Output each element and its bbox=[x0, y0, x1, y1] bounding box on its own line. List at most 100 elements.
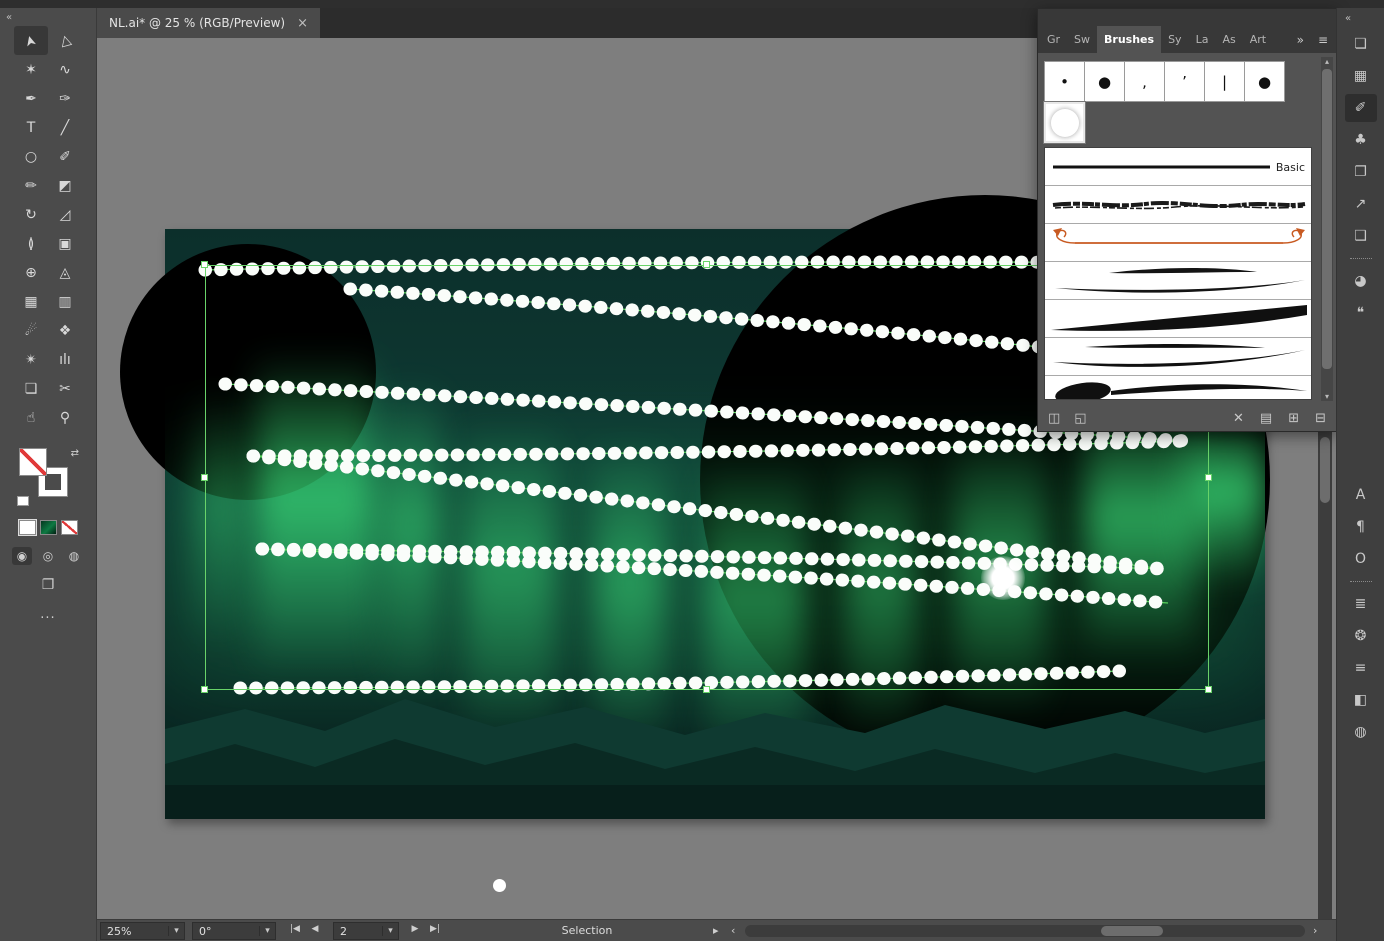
tab-layers[interactable]: La bbox=[1189, 26, 1216, 53]
brush-taper-small[interactable]: , bbox=[1124, 61, 1165, 102]
column-graph-tool[interactable]: ılı bbox=[48, 345, 82, 374]
zoom-tool[interactable]: ⚲ bbox=[48, 403, 82, 432]
remove-brush-stroke-icon[interactable]: ✕ bbox=[1233, 411, 1244, 426]
gradient-tool[interactable]: ▥ bbox=[48, 287, 82, 316]
panel-menu-icon[interactable]: ≡ bbox=[1318, 33, 1328, 47]
draw-normal-button[interactable]: ◉ bbox=[12, 547, 32, 565]
brush-item-charcoal[interactable] bbox=[1045, 186, 1311, 224]
vertical-scrollbar-thumb[interactable] bbox=[1320, 437, 1330, 503]
scale-tool[interactable]: ◿ bbox=[48, 200, 82, 229]
new-brush-icon[interactable]: ⊞ bbox=[1288, 411, 1299, 426]
hscroll-left-arrow-icon[interactable]: ‹ bbox=[731, 924, 735, 937]
tab-swatches[interactable]: Sw bbox=[1067, 26, 1097, 53]
none-button[interactable] bbox=[60, 520, 78, 535]
screen-mode-icon[interactable]: ❐ bbox=[0, 577, 96, 593]
draw-behind-button[interactable]: ◎ bbox=[38, 547, 58, 565]
close-tab-icon[interactable]: × bbox=[297, 16, 308, 31]
brush-taper[interactable]: ’ bbox=[1164, 61, 1205, 102]
perspective-grid-tool[interactable]: ◬ bbox=[48, 258, 82, 287]
panel-overflow-icon[interactable]: » bbox=[1297, 33, 1304, 47]
magic-wand-tool[interactable]: ✶ bbox=[14, 55, 48, 84]
brush-item-thin-taper[interactable] bbox=[1045, 262, 1311, 300]
blend-tool[interactable]: ❖ bbox=[48, 316, 82, 345]
stroke-panel-icon[interactable]: ≡ bbox=[1345, 654, 1377, 682]
delete-brush-icon[interactable]: ⊟ bbox=[1315, 411, 1326, 426]
free-transform-tool[interactable]: ▣ bbox=[48, 229, 82, 258]
horizontal-scrollbar[interactable] bbox=[745, 925, 1305, 937]
curvature-tool[interactable]: ✑ bbox=[48, 84, 82, 113]
zoom-combo[interactable]: 25% ▾ bbox=[100, 922, 185, 940]
panel-scrollbar-thumb[interactable] bbox=[1322, 69, 1332, 369]
bbox-handle-top-mid[interactable] bbox=[703, 261, 710, 268]
brush-options-icon[interactable]: ▤ bbox=[1260, 411, 1272, 426]
color-panel-icon[interactable]: ◕ bbox=[1345, 267, 1377, 295]
artboard-tool[interactable]: ❏ bbox=[14, 374, 48, 403]
brush-libraries-icon[interactable]: ◫ bbox=[1048, 411, 1060, 426]
tab-brushes[interactable]: Brushes bbox=[1097, 26, 1162, 53]
brush-calligraphic-large[interactable]: ● bbox=[1084, 61, 1125, 102]
slice-tool[interactable]: ✂ bbox=[48, 374, 82, 403]
pencil-tool[interactable]: ✏ bbox=[14, 171, 48, 200]
next-artboard-button[interactable]: ▶ bbox=[405, 920, 425, 938]
pasteboard-white-dot[interactable] bbox=[493, 879, 506, 892]
paragraph-panel-icon[interactable]: ¶ bbox=[1345, 513, 1377, 541]
mesh-tool[interactable]: ▦ bbox=[14, 287, 48, 316]
brush-item-ink-blob[interactable] bbox=[1045, 376, 1311, 399]
bbox-handle-bottom-right[interactable] bbox=[1205, 686, 1212, 693]
gradient-button[interactable] bbox=[39, 520, 57, 535]
horizontal-scrollbar-thumb[interactable] bbox=[1101, 926, 1163, 936]
first-artboard-button[interactable]: |◀ bbox=[285, 920, 305, 938]
brush-item-wide-taper[interactable] bbox=[1045, 338, 1311, 376]
bbox-handle-mid-left[interactable] bbox=[201, 474, 208, 481]
prev-artboard-button[interactable]: ◀ bbox=[305, 920, 325, 938]
fill-swatch[interactable] bbox=[19, 448, 47, 476]
character-panel-icon[interactable]: A bbox=[1345, 481, 1377, 509]
appearance-orb-icon[interactable]: ❂ bbox=[1345, 622, 1377, 650]
status-menu-icon[interactable]: ▸ bbox=[713, 924, 719, 937]
libraries-panel-icon[interactable]: ◱ bbox=[1074, 411, 1086, 426]
panel-scrollbar[interactable]: ▴ ▾ bbox=[1321, 57, 1333, 401]
ellipse-tool[interactable]: ○ bbox=[14, 142, 48, 171]
tab-gradient[interactable]: Gr bbox=[1040, 26, 1067, 53]
rotation-combo[interactable]: 0° ▾ bbox=[192, 922, 276, 940]
gradient-panel-icon[interactable]: ◧ bbox=[1345, 686, 1377, 714]
color-button[interactable] bbox=[17, 519, 37, 536]
dock-collapse-icon[interactable]: « bbox=[1345, 13, 1351, 24]
asset-export-panel-icon[interactable]: ▦ bbox=[1345, 62, 1377, 90]
edit-toolbar-ellipsis[interactable]: ··· bbox=[0, 611, 96, 626]
swap-fill-stroke-icon[interactable]: ⇄ bbox=[71, 448, 79, 459]
properties-sliders-icon[interactable]: ≣ bbox=[1345, 590, 1377, 618]
selection-tool[interactable]: ➤ bbox=[14, 26, 48, 55]
width-tool[interactable]: ≬ bbox=[14, 229, 48, 258]
last-artboard-button[interactable]: ▶| bbox=[425, 920, 445, 938]
eyedropper-tool[interactable]: ☄ bbox=[14, 316, 48, 345]
toolbar-collapse-icon[interactable]: « bbox=[6, 12, 12, 23]
direct-selection-tool[interactable]: ▷ bbox=[48, 26, 82, 55]
bbox-handle-bottom-left[interactable] bbox=[201, 686, 208, 693]
bbox-handle-top-left[interactable] bbox=[201, 261, 208, 268]
brushes-panel-icon[interactable]: ✐ bbox=[1344, 94, 1377, 122]
export-panel-icon[interactable]: ↗ bbox=[1345, 190, 1377, 218]
artboard-chevron-icon[interactable]: ▾ bbox=[382, 926, 398, 936]
opentype-panel-icon[interactable]: O bbox=[1345, 545, 1377, 573]
document-tab[interactable]: NL.ai* @ 25 % (RGB/Preview) × bbox=[97, 8, 320, 38]
brush-calligraphic-small[interactable]: • bbox=[1044, 61, 1085, 102]
pen-tool[interactable]: ✒ bbox=[14, 84, 48, 113]
tab-symbols[interactable]: Sy bbox=[1161, 26, 1189, 53]
draw-inside-button[interactable]: ◍ bbox=[64, 547, 84, 565]
brush-item-wedge[interactable] bbox=[1045, 300, 1311, 338]
navigator-sphere-icon[interactable]: ◍ bbox=[1345, 718, 1377, 746]
brush-item-basic[interactable]: Basic bbox=[1045, 148, 1311, 186]
tab-artboards[interactable]: Art bbox=[1243, 26, 1273, 53]
hand-tool[interactable]: ☝ bbox=[14, 403, 48, 432]
brush-item-arrow-ornament[interactable] bbox=[1045, 224, 1311, 262]
libraries-panel-icon[interactable]: ❑ bbox=[1345, 222, 1377, 250]
eraser-tool[interactable]: ◩ bbox=[48, 171, 82, 200]
hscroll-right-arrow-icon[interactable]: › bbox=[1313, 924, 1317, 937]
line-segment-tool[interactable]: ╱ bbox=[48, 113, 82, 142]
symbols-panel-icon[interactable]: ♣ bbox=[1345, 126, 1377, 154]
bbox-handle-mid-right[interactable] bbox=[1205, 474, 1212, 481]
shape-builder-tool[interactable]: ⊕ bbox=[14, 258, 48, 287]
artboard-combo[interactable]: 2 ▾ bbox=[333, 922, 399, 940]
layers-panel-icon[interactable]: ❐ bbox=[1345, 158, 1377, 186]
